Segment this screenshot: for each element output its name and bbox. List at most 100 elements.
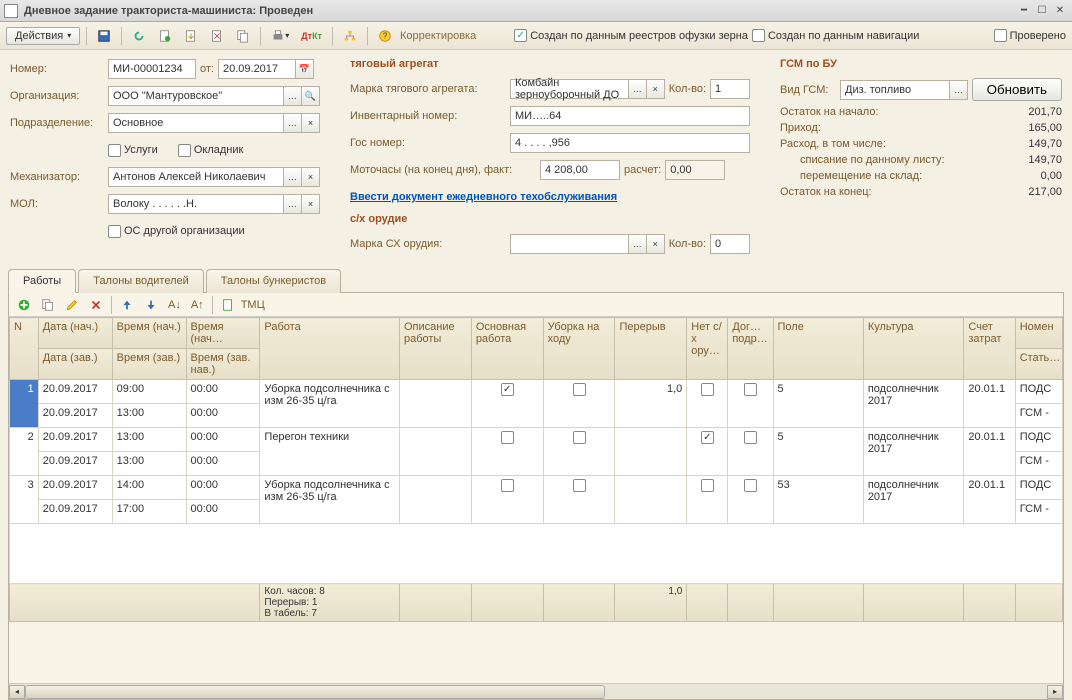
save-icon[interactable] [93,26,115,46]
move-down-icon[interactable] [140,296,162,314]
horizontal-scrollbar[interactable]: ◂ ▸ [9,683,1063,699]
doc-icon [4,4,18,18]
aggregate-header: тяговый агрегат [350,58,750,70]
titlebar: Дневное задание тракториста-машиниста: П… [0,0,1072,22]
org-field[interactable]: ООО "Мантуровское" [108,86,284,106]
writeoff-label: списание по данному листу: [780,154,945,166]
refresh-icon[interactable] [128,26,150,46]
col-acc[interactable]: Счет затрат [964,318,1015,380]
col-nosx[interactable]: Нет с/х ору… [687,318,728,380]
refresh-button[interactable]: Обновить [972,78,1062,101]
income-label: Приход: [780,122,821,134]
structure-icon[interactable] [339,26,361,46]
brand-label: Марка тягового агрегата: [350,83,510,95]
mol-clear-icon[interactable]: × [302,194,320,214]
mol-select-icon[interactable]: … [284,194,302,214]
col-art[interactable]: Стать… [1015,349,1062,380]
mechanic-clear-icon[interactable]: × [302,167,320,187]
created-by-registry-checkbox[interactable]: ✓Создан по данным реестров офузки зерна [514,29,748,42]
tmc-icon[interactable] [217,296,239,314]
copy-icon[interactable] [232,26,254,46]
delete-row-icon[interactable] [85,296,107,314]
table-row[interactable]: 2 20.09.201713:0000:00 Перегон техники 5… [10,428,1063,452]
created-by-navigation-checkbox[interactable]: Создан по данным навигации [752,29,919,42]
maximize-button[interactable]: ☐ [1034,4,1050,18]
col-break[interactable]: Перерыв [615,318,687,380]
grid-toolbar: A↓ A↑ ТМЦ [9,293,1063,317]
checked-checkbox[interactable]: Проверено [994,29,1066,42]
qty-field[interactable]: 1 [710,79,750,99]
col-time-start[interactable]: Время (нач.) [112,318,186,349]
help-icon[interactable]: ? [374,26,396,46]
services-checkbox[interactable]: Услуги [108,144,158,157]
sort-asc-icon[interactable]: A↓ [164,296,185,314]
col-navtime-start[interactable]: Время (нач… [186,318,260,349]
sx-qty-field[interactable]: 0 [710,234,750,254]
add-row-icon[interactable] [13,296,35,314]
inv-field[interactable]: МИ…..64 [510,106,750,126]
mechanic-select-icon[interactable]: … [284,167,302,187]
table-row[interactable]: 3 20.09.201714:0000:00 Уборка подсолнечн… [10,476,1063,500]
number-field[interactable]: МИ-00001234 [108,59,196,79]
col-nom[interactable]: Номен [1015,318,1062,349]
maintenance-link[interactable]: Ввести документ ежедневного техобслужива… [350,191,617,203]
col-main[interactable]: Основная работа [471,318,543,380]
post-icon[interactable] [180,26,202,46]
dept-select-icon[interactable]: … [284,113,302,133]
minimize-button[interactable]: ━ [1016,4,1032,18]
sx-brand-field[interactable] [510,234,629,254]
actions-dropdown[interactable]: Действия ▾ [6,27,80,45]
svg-text:?: ? [383,31,388,40]
col-desc[interactable]: Описание работы [399,318,471,380]
qty-label: Кол-во: [669,83,706,95]
sort-desc-icon[interactable]: A↑ [187,296,208,314]
date-field[interactable]: 20.09.2017 [218,59,296,79]
col-field[interactable]: Поле [773,318,863,380]
col-dog[interactable]: Дог… подр… [728,318,773,380]
col-time-end[interactable]: Время (зав.) [112,349,186,380]
org-select-icon[interactable]: … [284,86,302,106]
okladnik-checkbox[interactable]: Окладник [178,144,243,157]
tmc-label[interactable]: ТМЦ [241,299,265,311]
copy-row-icon[interactable] [37,296,59,314]
dept-field[interactable]: Основное [108,113,284,133]
print-icon[interactable]: ▾ [267,26,293,46]
other-org-checkbox[interactable]: ОС другой организации [108,225,245,238]
org-open-icon[interactable]: 🔍 [302,86,320,106]
tab-driver-coupons[interactable]: Талоны водителей [78,269,204,293]
col-navtime-end[interactable]: Время (зав. нав.) [186,349,260,380]
col-work[interactable]: Работа [260,318,400,380]
table-row[interactable]: 1 20.09.201709:0000:00 Уборка подсолнечн… [10,380,1063,404]
calendar-icon[interactable]: 📅 [296,59,314,79]
gsm-type-field[interactable]: Диз. топливо [840,80,950,100]
brand-select-icon[interactable]: … [629,79,647,99]
number-label: Номер: [10,63,108,75]
gos-field[interactable]: 4 . . . . ,956 [510,133,750,153]
tab-bunker-coupons[interactable]: Талоны бункеристов [206,269,341,293]
brand-clear-icon[interactable]: × [647,79,665,99]
col-date-end[interactable]: Дата (зав.) [38,349,112,380]
mechanic-field[interactable]: Антонов Алексей Николаевич [108,167,284,187]
sx-brand-clear-icon[interactable]: × [647,234,665,254]
brand-field[interactable]: Комбайн зерноуборочный ДО [510,79,629,99]
dept-clear-icon[interactable]: × [302,113,320,133]
gos-label: Гос номер: [350,137,510,149]
from-label: от: [200,63,214,75]
dt-kt-icon[interactable]: ДтКт [297,26,326,46]
gsm-type-select-icon[interactable]: … [950,80,968,100]
col-date-start[interactable]: Дата (нач.) [38,318,112,349]
unpost-icon[interactable] [206,26,228,46]
moto-field[interactable]: 4 208,00 [540,160,620,180]
tab-works[interactable]: Работы [8,269,76,293]
close-button[interactable]: ✕ [1052,4,1068,18]
col-harvest[interactable]: Уборка на ходу [543,318,615,380]
col-n[interactable]: N [10,318,39,380]
sx-brand-select-icon[interactable]: … [629,234,647,254]
move-up-icon[interactable] [116,296,138,314]
col-culture[interactable]: Культура [863,318,964,380]
correction-link[interactable]: Корректировка [400,30,476,42]
new-doc-icon[interactable] [154,26,176,46]
mol-field[interactable]: Волоку . . . . . .Н. [108,194,284,214]
grid-scroll[interactable]: N Дата (нач.) Время (нач.) Время (нач… Р… [9,317,1063,683]
edit-row-icon[interactable] [61,296,83,314]
